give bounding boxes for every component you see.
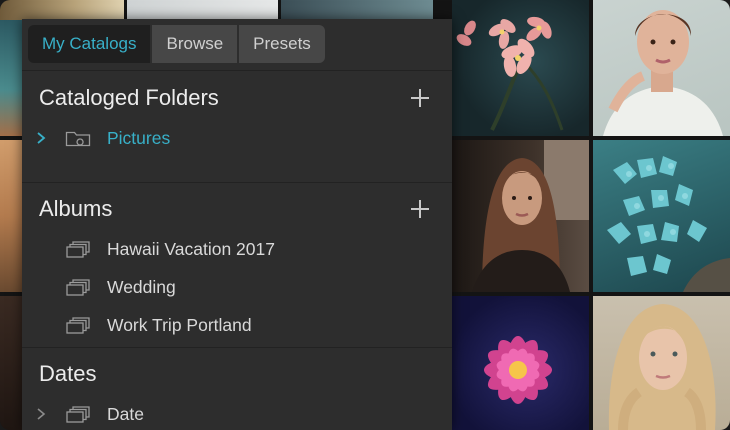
folder-item-pictures[interactable]: Pictures: [22, 122, 452, 154]
date-item[interactable]: Date: [22, 398, 452, 430]
photo-thumbnail-plumeria[interactable]: [452, 0, 589, 136]
album-item-work-trip-portland[interactable]: Work Trip Portland: [22, 309, 452, 341]
photo-thumbnail[interactable]: [0, 20, 24, 136]
chevron-right-icon[interactable]: [35, 131, 47, 145]
album-stack-icon: [66, 241, 90, 258]
photo-thumbnail[interactable]: [0, 140, 24, 292]
app-window: My Catalogs Browse Presets Cataloged Fol…: [0, 0, 730, 430]
album-item-hawaii-vacation-2017[interactable]: Hawaii Vacation 2017: [22, 233, 452, 265]
portrait-image: [472, 140, 589, 292]
dahlia-image: [484, 336, 552, 404]
album-item-label: Hawaii Vacation 2017: [107, 239, 275, 259]
chevron-right-icon[interactable]: [35, 407, 47, 421]
album-item-wedding[interactable]: Wedding: [22, 271, 452, 303]
photo-thumbnail-blonde-portrait[interactable]: [593, 296, 730, 430]
tab-presets[interactable]: Presets: [239, 25, 325, 63]
folder-item-label: Pictures: [107, 128, 171, 148]
photo-thumbnail[interactable]: [0, 0, 124, 20]
photo-thumbnail-portrait-white-shirt[interactable]: [593, 0, 730, 136]
date-item-label: Date: [107, 404, 144, 424]
divider: [22, 347, 452, 348]
section-title-albums: Albums: [39, 196, 113, 221]
folder-icon: [65, 131, 91, 147]
add-album-button[interactable]: [410, 199, 430, 219]
photo-thumbnail-long-hair-portrait[interactable]: [452, 140, 589, 292]
panel-tabs: My Catalogs Browse Presets: [28, 25, 325, 63]
plumeria-image: [456, 16, 564, 131]
portrait-image: [603, 10, 723, 136]
album-item-label: Work Trip Portland: [107, 315, 252, 335]
album-stack-icon: [66, 279, 90, 296]
divider: [22, 182, 452, 183]
section-title-dates: Dates: [39, 361, 97, 386]
section-title-cataloged-folders: Cataloged Folders: [39, 85, 219, 110]
tab-my-catalogs[interactable]: My Catalogs: [28, 25, 151, 63]
photo-thumbnail[interactable]: [127, 0, 278, 20]
portrait-image: [608, 304, 716, 430]
album-stack-icon: [66, 406, 90, 423]
photo-thumbnail[interactable]: [0, 296, 24, 430]
photo-thumbnail-dahlia[interactable]: [452, 296, 589, 430]
album-item-label: Wedding: [107, 277, 176, 297]
add-folder-button[interactable]: [410, 88, 430, 108]
hydrangea-image: [607, 156, 730, 292]
tab-browse[interactable]: Browse: [152, 25, 238, 63]
photo-thumbnail[interactable]: [281, 0, 433, 20]
album-stack-icon: [66, 317, 90, 334]
photo-thumbnail-hydrangea[interactable]: [593, 140, 730, 292]
catalog-panel: My Catalogs Browse Presets Cataloged Fol…: [22, 19, 452, 430]
divider: [22, 70, 452, 71]
